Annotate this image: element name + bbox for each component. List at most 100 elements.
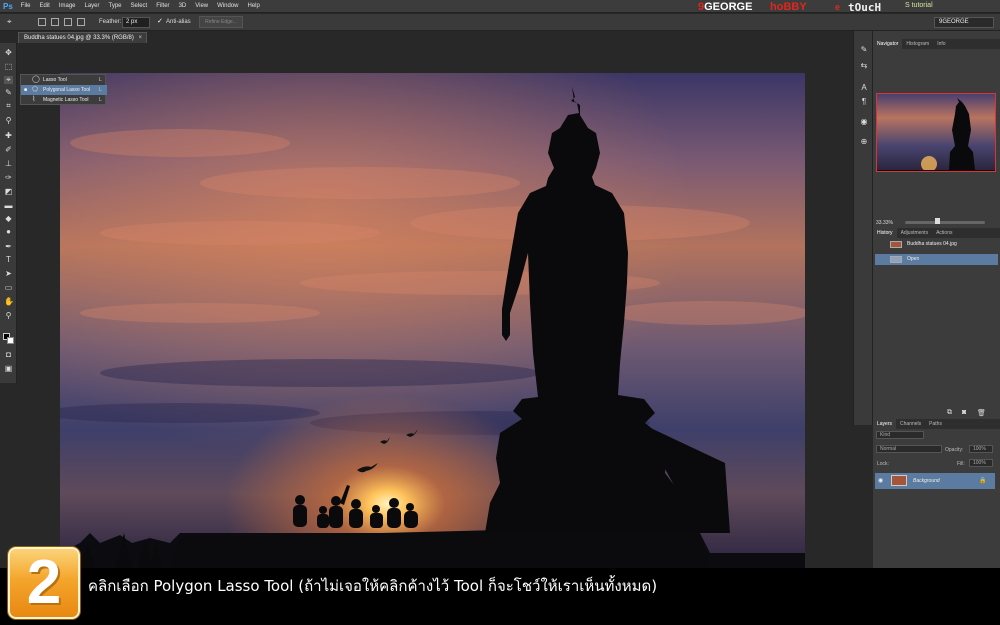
new-document-from-state-icon[interactable]: ⧉ [947,409,952,417]
workspace-select[interactable]: 9GEORGE [934,17,994,28]
menu-bar: Ps File Edit Image Layer Type Select Fil… [0,0,1000,14]
color-panel-icon[interactable]: ✎ [859,45,869,55]
menu-type[interactable]: Type [109,3,122,9]
intersect-selection-icon[interactable] [77,18,85,26]
crop-tool-icon[interactable]: ⌗ [4,102,13,110]
brand-touch: tOucH [848,1,882,14]
canvas-area[interactable] [17,43,853,568]
close-tab-icon[interactable]: × [138,33,142,43]
polygonal-lasso-preset-icon[interactable]: ⌖ [7,18,15,26]
brush-tool-icon[interactable]: ✐ [4,146,13,154]
stamp-tool-icon[interactable]: ⊥ [4,160,13,168]
gradient-tool-icon[interactable]: ▬ [4,202,13,210]
history-state-open[interactable]: Open [875,254,998,265]
eyedropper-tool-icon[interactable]: ⚲ [4,117,13,125]
layer-row-background[interactable]: ◉ Background 🔒 [875,473,995,489]
lasso-icon: ◯ [32,76,40,83]
menu-help[interactable]: Help [247,3,259,9]
zoom-slider[interactable] [905,221,985,224]
history-snapshot[interactable]: Buddha statues 04.jpg [875,239,998,250]
layer-thumbnail [891,475,907,486]
opacity-input[interactable]: 100% [969,445,993,453]
layer-filter-kind[interactable]: Kind [876,431,924,439]
move-tool-icon[interactable]: ✥ [4,49,13,57]
screen-mode-icon[interactable]: ▣ [4,365,13,373]
lasso-tool-icon[interactable]: ⌖ [4,76,13,84]
tab-adjustments[interactable]: Adjustments [897,228,933,238]
options-bar: ⌖ Feather: 2 px ✓ Anti-alias Refine Edge… [0,14,1000,31]
fill-label: Fill: [957,461,965,467]
tab-histogram[interactable]: Histogram [902,39,933,49]
history-label: Open [907,256,920,262]
visibility-eye-icon[interactable]: ◉ [878,477,883,484]
add-selection-icon[interactable] [51,18,59,26]
subtract-selection-icon[interactable] [64,18,72,26]
adjust-panel-icon[interactable]: ⇆ [859,61,869,71]
dodge-tool-icon[interactable]: ● [4,228,13,236]
menu-filter[interactable]: Filter [156,3,169,9]
menu-view[interactable]: View [195,3,208,9]
marquee-tool-icon[interactable]: ⬚ [4,63,13,71]
navigator-zoom-level[interactable]: 33.33% [876,220,893,226]
quick-select-tool-icon[interactable]: ✎ [4,89,13,97]
tab-info[interactable]: Info [933,39,949,49]
layer-name: Background [913,478,940,484]
tab-navigator[interactable]: Navigator [873,39,903,49]
history-brush-icon[interactable]: ✑ [4,174,13,182]
tab-history[interactable]: History [873,228,897,238]
document-tab[interactable]: Buddha statues 04.jpg @ 33.3% (RGB/8) × [18,32,147,43]
pen-tool-icon[interactable]: ✒ [4,243,13,251]
path-select-tool-icon[interactable]: ➤ [4,270,13,278]
brand-tutorial: S tutorial [905,2,933,9]
snapshot-icon[interactable]: ◙ [962,409,966,416]
menu-file[interactable]: File [21,3,31,9]
flyout-polygonal-lasso-tool[interactable]: ■ ⬠ Polygonal Lasso Tool L [21,85,107,95]
magnetic-lasso-icon: ⌇ [32,96,36,103]
character-panel-icon[interactable]: A [859,83,869,93]
fill-input[interactable]: 100% [969,459,993,467]
document-image[interactable] [60,73,805,568]
tab-paths[interactable]: Paths [925,419,946,429]
trash-icon[interactable]: 🗑 [977,409,986,417]
menu-image[interactable]: Image [59,3,76,9]
flyout-lasso-tool[interactable]: ◯ Lasso Tool L [21,75,107,85]
menu-3d[interactable]: 3D [179,3,187,9]
healing-tool-icon[interactable]: ✚ [4,132,13,140]
hand-tool-icon[interactable]: ✋ [4,298,14,306]
photoshop-logo: Ps [3,1,13,11]
step-number: 2 [26,548,62,617]
menu-select[interactable]: Select [131,3,148,9]
feather-input[interactable]: 2 px [122,17,150,28]
tab-channels[interactable]: Channels [896,419,925,429]
layer-lock-icon: 🔒 [979,478,987,484]
tools-panel: ✥ ⬚ ⌖ ✎ ⌗ ⚲ ✚ ✐ ⊥ ✑ ◩ ▬ ◆ ● ✒ T ➤ ▭ ✋ ⚲ … [0,43,17,383]
refine-edge-button[interactable]: Refine Edge... [199,16,243,28]
background-color-swatch[interactable] [7,337,14,344]
brush-panel-icon[interactable]: ◉ [859,117,869,127]
menu-edit[interactable]: Edit [39,3,49,9]
snapshot-thumbnail [890,241,902,248]
quick-mask-icon[interactable]: ◘ [4,351,13,359]
new-selection-icon[interactable] [38,18,46,26]
type-tool-icon[interactable]: T [4,256,13,264]
eraser-tool-icon[interactable]: ◩ [4,188,13,196]
zoom-tool-icon[interactable]: ⚲ [4,312,13,320]
shape-tool-icon[interactable]: ▭ [4,284,13,292]
antialias-checkbox[interactable]: ✓ [157,18,164,25]
antialias-label: Anti-alias [166,19,191,25]
menu-window[interactable]: Window [217,3,238,9]
navigator-thumbnail[interactable] [876,93,996,172]
clone-source-panel-icon[interactable]: ⊕ [859,137,869,147]
tab-layers[interactable]: Layers [873,419,897,429]
lock-label: Lock: [877,461,889,467]
tab-actions[interactable]: Actions [932,228,956,238]
brand-e: e [835,2,841,12]
flyout-label: Lasso Tool [43,77,67,83]
menu-layer[interactable]: Layer [85,3,100,9]
flyout-magnetic-lasso-tool[interactable]: ⌇ Magnetic Lasso Tool L [21,95,107,105]
opacity-label: Opacity: [945,447,964,453]
paragraph-panel-icon[interactable]: ¶ [859,97,869,107]
zoom-slider-handle[interactable] [935,218,940,224]
blur-tool-icon[interactable]: ◆ [4,215,13,223]
blend-mode-select[interactable]: Normal [876,445,942,453]
